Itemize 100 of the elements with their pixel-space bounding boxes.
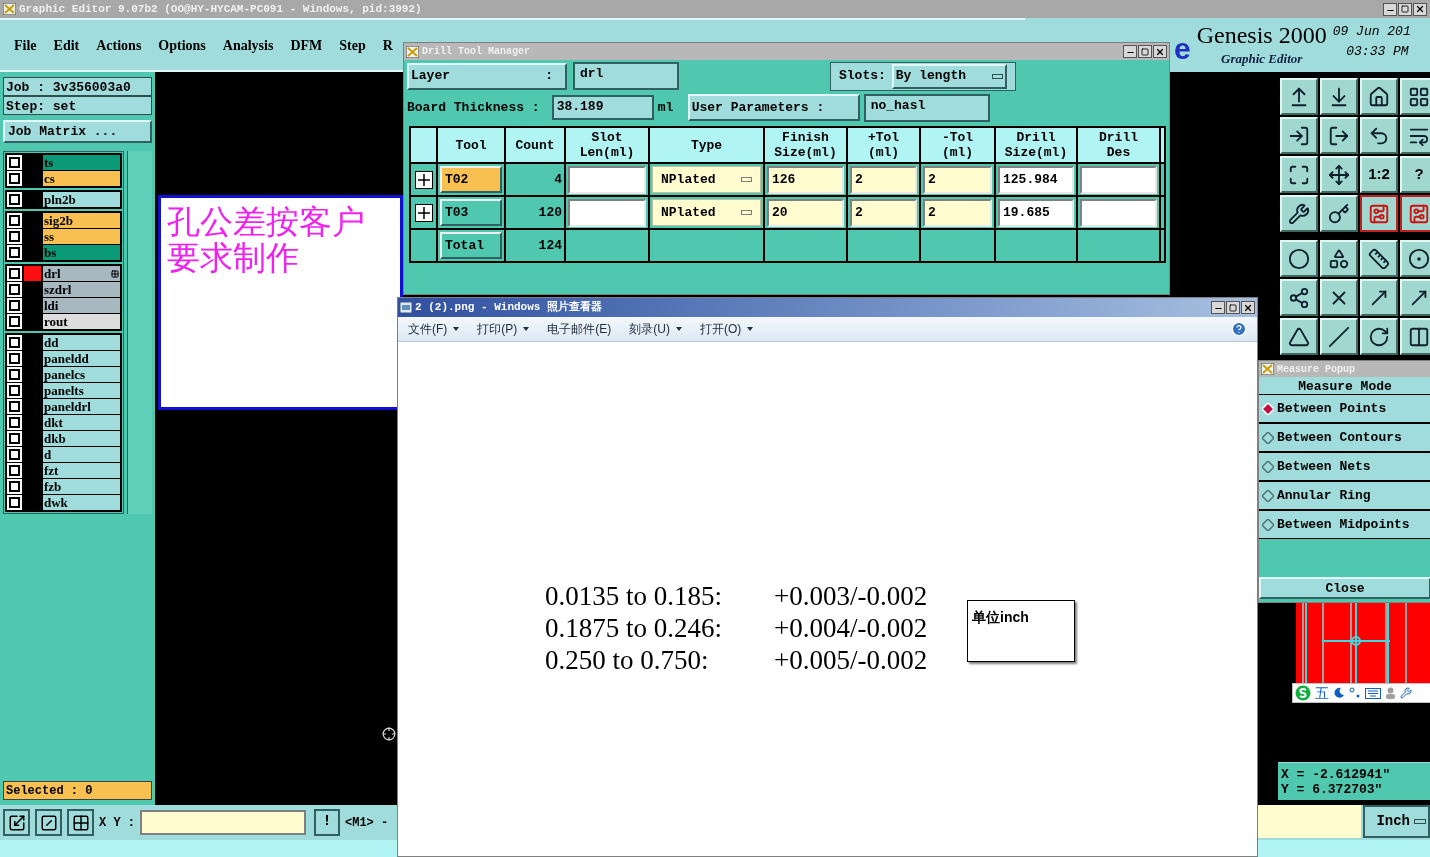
ime-logo-icon[interactable] [1295, 685, 1311, 701]
finish-size-field[interactable]: 126 [767, 166, 844, 194]
layer-item[interactable]: dkb [43, 431, 120, 446]
alert-button[interactable]: ! [314, 809, 340, 836]
user-parameters-button[interactable]: User Parameters : [687, 94, 860, 121]
menu-item[interactable]: Edit [53, 34, 80, 56]
maximize-icon[interactable] [1138, 45, 1152, 58]
layer-checkbox[interactable] [9, 417, 20, 428]
ime-mode[interactable]: 五 [1315, 686, 1329, 700]
job-matrix-button[interactable]: Job Matrix ... [3, 120, 152, 143]
type-dropdown[interactable]: NPlated [652, 199, 761, 226]
viewer-menu-item[interactable]: 电子邮件(E) [547, 320, 612, 338]
menu-item[interactable]: Actions [96, 34, 142, 56]
layer-checkbox[interactable] [9, 194, 20, 205]
viewer-menu-item[interactable]: 刻录(U) [629, 320, 682, 338]
nodes-icon[interactable] [1288, 286, 1310, 309]
minus-tolerance-field[interactable]: 2 [923, 199, 992, 227]
measure-mode-option[interactable]: Between Midpoints [1259, 510, 1430, 539]
layer-item[interactable]: panelcs [43, 367, 120, 382]
circuit-icon[interactable] [1368, 202, 1390, 225]
shapes-icon[interactable] [1328, 247, 1350, 270]
grid-icon[interactable] [71, 813, 90, 832]
columns-icon[interactable] [1408, 325, 1430, 348]
layer-checkbox[interactable] [9, 268, 20, 279]
layer-checkbox[interactable] [9, 300, 20, 311]
angle-icon[interactable] [1288, 325, 1310, 348]
close-icon[interactable] [1241, 301, 1255, 314]
command-input[interactable] [1256, 805, 1361, 838]
board-thickness-field[interactable]: 38.189 [551, 95, 654, 120]
menu-item[interactable]: Analysis [222, 34, 274, 56]
layer-checkbox[interactable] [9, 465, 20, 476]
layer-checkbox[interactable] [9, 481, 20, 492]
layer-item[interactable]: fzt [43, 463, 120, 478]
drill-size-field[interactable]: 19.685 [998, 199, 1074, 227]
layer-checkbox[interactable] [9, 215, 20, 226]
user-parameters-field[interactable]: no_hasl [863, 93, 990, 122]
close-icon[interactable] [1153, 45, 1167, 58]
close-icon[interactable] [1413, 2, 1427, 16]
layer-item[interactable]: drl [43, 266, 120, 281]
radio-diamond[interactable] [1262, 431, 1274, 444]
maximize-icon[interactable] [1398, 2, 1412, 16]
slash-icon[interactable] [1328, 325, 1350, 348]
rotate-icon[interactable] [1368, 325, 1390, 348]
type-dropdown[interactable]: NPlated [652, 166, 761, 193]
layer-checkbox[interactable] [9, 433, 20, 444]
measure-mode-option[interactable]: Between Nets [1259, 452, 1430, 481]
circuit-icon[interactable] [1408, 202, 1430, 225]
window-grid-icon[interactable] [1408, 85, 1430, 108]
wrench-icon[interactable] [1288, 202, 1310, 225]
layer-checkbox[interactable] [9, 173, 20, 184]
plus-tolerance-field[interactable]: 2 [850, 199, 917, 227]
minimize-icon[interactable] [1383, 2, 1397, 16]
layer-checkbox[interactable] [9, 284, 20, 295]
layer-checkbox[interactable] [9, 497, 20, 508]
key-icon[interactable] [1328, 202, 1350, 225]
slot-length-field[interactable] [568, 166, 646, 194]
dot-circle-icon[interactable] [1408, 247, 1430, 270]
tool-button[interactable]: T02 [440, 166, 502, 194]
measure-mode-option[interactable]: Between Points [1259, 394, 1430, 423]
layer-item[interactable]: dd [43, 335, 120, 350]
scale-button[interactable]: 1:2 [1360, 156, 1398, 193]
layer-checkbox[interactable] [9, 316, 20, 327]
slots-dropdown[interactable]: By length [891, 63, 1007, 89]
radio-diamond[interactable] [1262, 460, 1274, 473]
layer-item[interactable]: ss [43, 229, 120, 244]
help-button[interactable]: ? [1400, 156, 1430, 193]
layer-item[interactable]: bs [43, 245, 120, 260]
minimize-icon[interactable] [1123, 45, 1137, 58]
layer-item[interactable]: pln2b [43, 192, 120, 207]
user-icon[interactable] [1385, 687, 1396, 699]
exit-box-icon[interactable] [1328, 124, 1350, 147]
menu-item[interactable]: File [14, 34, 37, 56]
menu-item[interactable]: Options [158, 34, 206, 56]
ruler-icon[interactable] [1368, 247, 1390, 270]
maximize-icon[interactable] [1226, 301, 1240, 314]
wrench-icon[interactable] [1400, 687, 1412, 699]
menu-item[interactable]: Step [339, 34, 366, 56]
layer-item[interactable]: szdrl [43, 282, 120, 297]
layer-checkbox[interactable] [9, 401, 20, 412]
home-icon[interactable] [1368, 85, 1390, 108]
layer-item[interactable]: dwk [43, 495, 120, 510]
units-dropdown[interactable]: Inch [1363, 805, 1430, 838]
layer-item[interactable]: d [43, 447, 120, 462]
minimize-icon[interactable] [1211, 301, 1225, 314]
scroll-track[interactable] [127, 151, 152, 514]
layer-item[interactable]: fzb [43, 479, 120, 494]
layer-item[interactable]: ldi [43, 298, 120, 313]
moon-icon[interactable] [1333, 687, 1345, 699]
layer-checkbox[interactable] [9, 247, 20, 258]
layer-checkbox[interactable] [9, 353, 20, 364]
minus-tolerance-field[interactable]: 2 [923, 166, 992, 194]
layer-item[interactable]: paneldd [43, 351, 120, 366]
tool-button[interactable]: T03 [440, 199, 502, 227]
layer-item[interactable]: paneldrl [43, 399, 120, 414]
viewer-menu-item[interactable]: 打印(P) [477, 320, 530, 338]
enter-box-icon[interactable] [1288, 124, 1310, 147]
layer-checkbox[interactable] [9, 369, 20, 380]
layer-item[interactable]: rout [43, 314, 120, 329]
expand-row-icon[interactable] [414, 203, 433, 222]
drill-description-field[interactable] [1080, 166, 1157, 194]
